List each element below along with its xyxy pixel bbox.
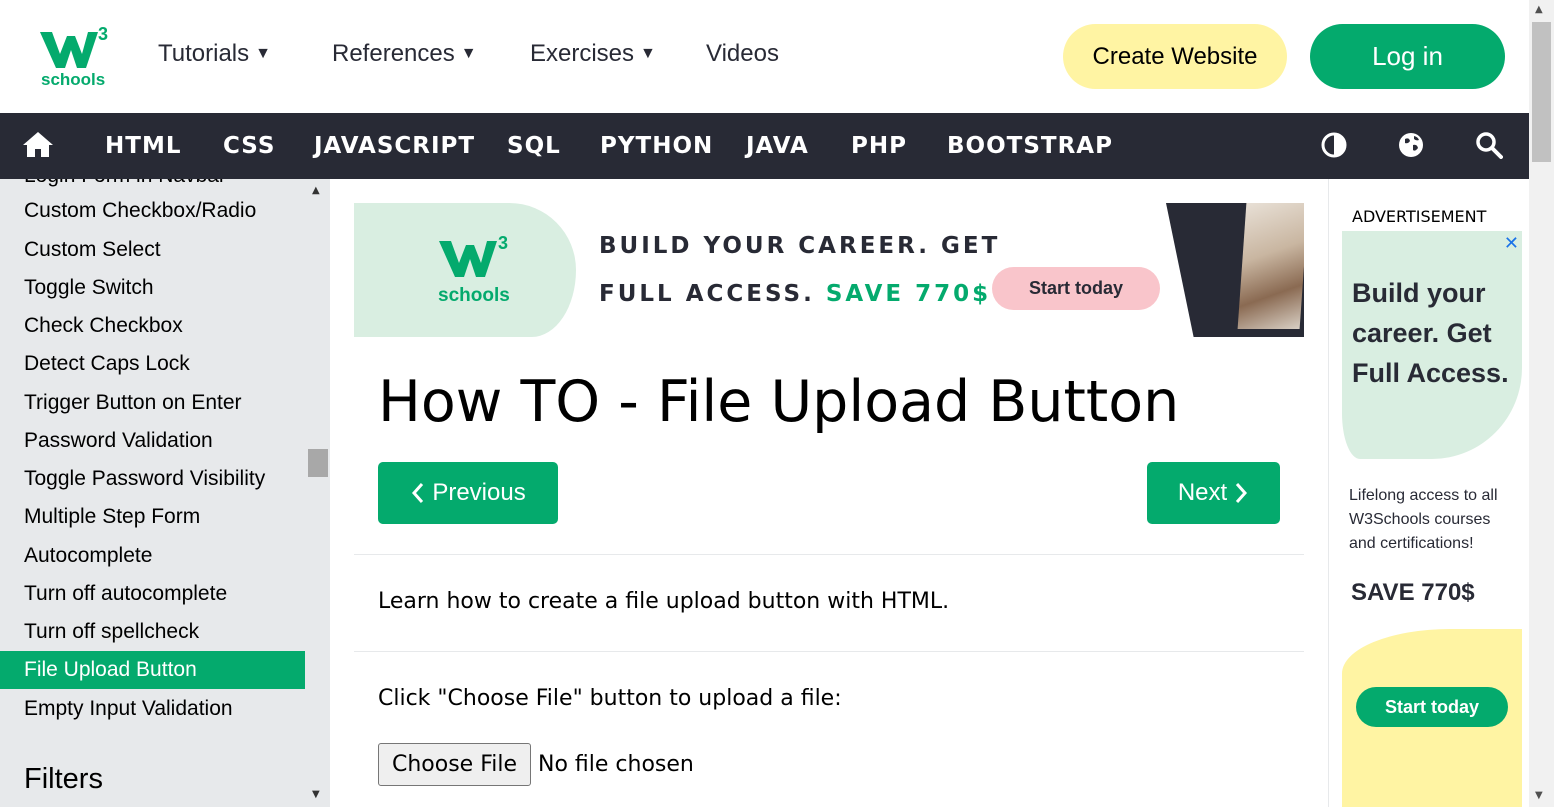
ad-headline: Build your career. Get Full Access. [1352, 273, 1509, 393]
choose-file-button[interactable]: Choose File [378, 743, 531, 786]
logo-superscript: 3 [98, 24, 109, 44]
next-button-label: Next [1177, 479, 1228, 506]
w3-logo-icon [40, 32, 98, 68]
ad-save-text: SAVE 770$ [1351, 579, 1475, 606]
instruction-text: Click "Choose File" button to upload a f… [378, 686, 842, 711]
nav-references-label: References [332, 40, 455, 67]
subject-css[interactable]: CSS [223, 133, 275, 159]
subject-nav: HTML CSS JAVASCRIPT SQL PYTHON JAVA PHP … [0, 113, 1529, 179]
scroll-up-arrow-icon[interactable]: ▲ [312, 185, 320, 196]
intro-text: Learn how to create a file upload button… [378, 589, 950, 614]
home-icon[interactable] [22, 130, 54, 158]
ad-headline-line: career. Get [1352, 318, 1492, 348]
sidebar-item-turn-off-spellcheck[interactable]: Turn off spellcheck [0, 613, 305, 651]
sidebar-item-custom-select[interactable]: Custom Select [0, 231, 305, 269]
ad-subtext-line: W3Schools courses [1349, 511, 1491, 528]
previous-button-label: Previous [432, 479, 526, 506]
caret-down-icon: ▼ [640, 45, 656, 62]
globe-icon[interactable] [1397, 131, 1425, 159]
nav-videos-label: Videos [706, 40, 779, 67]
close-icon[interactable]: ✕ [1504, 233, 1519, 254]
sidebar-item-file-upload-button[interactable]: File Upload Button [0, 651, 305, 689]
create-website-button[interactable]: Create Website [1063, 24, 1287, 89]
file-status-text: No file chosen [538, 752, 694, 777]
nav-exercises-label: Exercises [530, 40, 635, 67]
sidebar-item-password-validation[interactable]: Password Validation [0, 422, 305, 460]
previous-button[interactable]: Previous [378, 462, 558, 524]
ad-subtext-line: Lifelong access to all [1349, 487, 1498, 504]
ad-start-today-button[interactable]: Start today [1356, 687, 1508, 727]
divider [354, 554, 1304, 555]
banner-headline-line2: FULL ACCESS. SAVE 770$ [599, 281, 991, 307]
nav-tutorials[interactable]: Tutorials ▼ [158, 40, 271, 68]
promo-banner[interactable]: 3 schools BUILD YOUR CAREER. GET FULL AC… [354, 203, 1304, 337]
w3-logo-icon [439, 241, 497, 277]
sidebar: Login Form in Navbar Custom Checkbox/Rad… [0, 179, 305, 807]
page-scrollbar[interactable]: ▲ ▼ [1529, 0, 1554, 807]
banner-photo [1237, 203, 1304, 329]
sidebar-item-check-checkbox[interactable]: Check Checkbox [0, 307, 305, 345]
chevron-right-icon [1236, 483, 1248, 503]
subject-bootstrap[interactable]: BOOTSTRAP [947, 133, 1113, 159]
subject-html[interactable]: HTML [105, 133, 181, 159]
sidebar-item-toggle-switch[interactable]: Toggle Switch [0, 269, 305, 307]
next-button[interactable]: Next [1147, 462, 1280, 524]
main-content: 3 schools BUILD YOUR CAREER. GET FULL AC… [330, 179, 1328, 807]
subject-php[interactable]: PHP [851, 133, 907, 159]
subject-javascript[interactable]: JAVASCRIPT [314, 133, 475, 159]
caret-down-icon: ▼ [460, 45, 477, 62]
banner-logo-superscript: 3 [498, 233, 509, 253]
ad-headline-line: Build your [1352, 278, 1486, 308]
nav-references[interactable]: References ▼ [332, 40, 477, 68]
w3schools-logo[interactable]: 3 schools [38, 24, 114, 90]
sidebar-item-turn-off-autocomplete[interactable]: Turn off autocomplete [0, 575, 305, 613]
banner-logo-wordmark: schools [438, 285, 510, 306]
nav-videos[interactable]: Videos [706, 40, 779, 68]
contrast-icon[interactable] [1320, 131, 1348, 159]
subject-python[interactable]: PYTHON [600, 133, 713, 159]
sidebar-item-empty-input-validation[interactable]: Empty Input Validation [0, 690, 305, 728]
sidebar-heading-filters: Filters [24, 763, 103, 795]
subject-java[interactable]: JAVA [746, 133, 809, 159]
divider [354, 651, 1304, 652]
page-scrollbar-thumb[interactable] [1532, 22, 1551, 162]
sidebar-item-custom-checkbox-radio[interactable]: Custom Checkbox/Radio [0, 192, 305, 230]
sidebar-scrollbar-thumb[interactable] [308, 449, 328, 477]
sidebar-item-toggle-password-visibility[interactable]: Toggle Password Visibility [0, 460, 305, 498]
sidebar-item-autocomplete[interactable]: Autocomplete [0, 537, 305, 575]
sidebar-item-trigger-button-enter[interactable]: Trigger Button on Enter [0, 384, 305, 422]
sidebar-item-multiple-step-form[interactable]: Multiple Step Form [0, 498, 305, 536]
scroll-down-arrow-icon[interactable]: ▼ [1535, 790, 1543, 801]
page-title: How TO - File Upload Button [378, 369, 1180, 435]
ad-headline-line: Full Access. [1352, 358, 1509, 388]
ad-subtext: Lifelong access to all W3Schools courses… [1349, 484, 1498, 556]
logo-wordmark: schools [41, 70, 106, 89]
scroll-up-arrow-icon[interactable]: ▲ [1535, 4, 1543, 15]
banner-start-today-button[interactable]: Start today [992, 267, 1160, 310]
sidebar-scrollbar[interactable]: ▲ ▼ [305, 179, 330, 807]
nav-tutorials-label: Tutorials [158, 40, 250, 67]
ad-card[interactable]: ✕ Build your career. Get Full Access. Li… [1342, 231, 1522, 807]
chevron-left-icon [412, 483, 424, 503]
advertisement-label: ADVERTISEMENT [1352, 207, 1487, 226]
banner-save-text: SAVE 770$ [825, 281, 992, 307]
caret-down-icon: ▼ [255, 45, 271, 62]
banner-headline-line1: BUILD YOUR CAREER. GET [599, 233, 1001, 259]
banner-headline-text: FULL ACCESS. [599, 281, 826, 307]
sidebar-item-detect-caps-lock[interactable]: Detect Caps Lock [0, 345, 305, 383]
right-ad-column: ADVERTISEMENT ✕ Build your career. Get F… [1328, 179, 1529, 807]
ad-subtext-line: and certifications! [1349, 535, 1474, 552]
login-button[interactable]: Log in [1310, 24, 1505, 89]
search-icon[interactable] [1475, 131, 1503, 159]
scroll-down-arrow-icon[interactable]: ▼ [312, 789, 320, 800]
top-header: 3 schools Tutorials ▼ References ▼ Exerc… [0, 0, 1529, 113]
subject-sql[interactable]: SQL [507, 133, 561, 159]
nav-exercises[interactable]: Exercises ▼ [530, 40, 656, 68]
